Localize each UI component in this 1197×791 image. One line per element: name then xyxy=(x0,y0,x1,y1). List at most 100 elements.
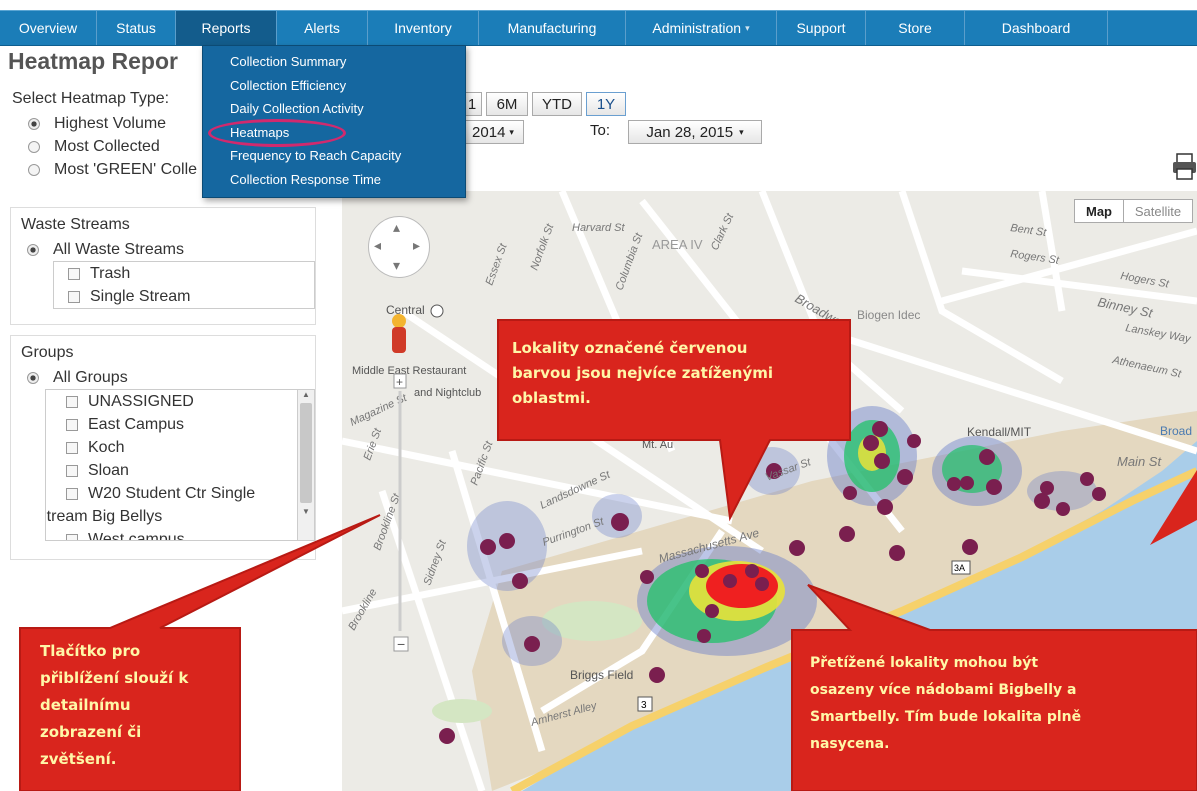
waste-streams-panel: Waste Streams All Waste Streams Trash Si… xyxy=(10,207,316,325)
option-label: Single Stream xyxy=(90,287,191,305)
radio-button[interactable] xyxy=(28,117,40,130)
nav-administration[interactable]: Administration ▾ xyxy=(626,11,777,45)
pan-control-icon[interactable]: ▴ ▾ ◂ ▸ xyxy=(368,216,430,278)
range-button-ytd[interactable]: YTD xyxy=(532,92,582,116)
callout-left-text: Tlačítko pro přiblížení slouží k detailn… xyxy=(40,638,240,773)
nav-label: Alerts xyxy=(304,20,340,36)
radio-all-groups[interactable]: All Groups xyxy=(27,366,315,389)
radio-button[interactable] xyxy=(28,163,40,176)
callout-line: Tlačítko pro xyxy=(40,642,141,660)
from-date-select[interactable]: 2014 ▾ xyxy=(462,120,524,144)
checkbox[interactable] xyxy=(66,533,78,540)
route-shield-label: 3A xyxy=(954,563,965,573)
scroll-down-icon[interactable]: ▼ xyxy=(298,507,314,516)
checkbox[interactable] xyxy=(66,395,78,408)
radio-all-waste-streams[interactable]: All Waste Streams xyxy=(27,238,315,261)
waste-streams-title: Waste Streams xyxy=(21,216,130,233)
option-label: W20 Student Ctr Single xyxy=(88,484,256,502)
waste-streams-list: Trash Single Stream xyxy=(53,261,315,309)
checkbox-single-stream[interactable]: Single Stream xyxy=(68,285,314,308)
zoom-out-icon: − xyxy=(397,636,405,652)
radio-button[interactable] xyxy=(27,371,39,384)
checkbox-w20[interactable]: W20 Student Ctr Single xyxy=(66,482,314,505)
option-label: Most 'GREEN' Colle xyxy=(54,160,198,178)
callout-top-text: Lokality označené červenou barvou jsou n… xyxy=(512,336,842,411)
checkbox-west-campus[interactable]: West campus xyxy=(66,528,314,540)
radio-button[interactable] xyxy=(27,243,39,256)
menu-item-collection-efficiency[interactable]: Collection Efficiency xyxy=(203,74,465,98)
print-icon[interactable] xyxy=(1172,152,1197,182)
nav-store[interactable]: Store xyxy=(866,11,965,45)
nav-label: Manufacturing xyxy=(507,20,597,36)
poi-label: Biogen Idec xyxy=(857,308,920,322)
map-type-satellite-button[interactable]: Satellite xyxy=(1123,199,1193,223)
option-label: Most Collected xyxy=(54,137,160,155)
chevron-down-icon: ▾ xyxy=(509,126,514,137)
nav-dashboard[interactable]: Dashboard xyxy=(965,11,1108,45)
street-label: Harvard St xyxy=(572,222,626,234)
groups-panel: Groups All Groups UNASSIGNED East Campus… xyxy=(10,335,316,560)
checkbox[interactable] xyxy=(66,418,78,431)
option-label: East Campus xyxy=(88,415,185,433)
zoom-in-icon: + xyxy=(396,375,403,389)
route-shield-label: 3 xyxy=(641,700,647,711)
poi-label: Kendall/MIT xyxy=(967,425,1032,439)
nav-label: Inventory xyxy=(394,20,452,36)
checkbox-sloan[interactable]: Sloan xyxy=(66,459,314,482)
nav-inventory[interactable]: Inventory xyxy=(368,11,479,45)
callout-line: detailnímu xyxy=(40,696,131,714)
checkbox-east-campus[interactable]: East Campus xyxy=(66,413,314,436)
pan-up-icon[interactable]: ▴ xyxy=(393,219,400,236)
nav-overview[interactable]: Overview xyxy=(0,11,97,45)
checkbox[interactable] xyxy=(66,487,78,500)
checkbox[interactable] xyxy=(66,464,78,477)
nav-support[interactable]: Support xyxy=(777,11,866,45)
checkbox-koch[interactable]: Koch xyxy=(66,436,314,459)
callout-line: nasycena. xyxy=(810,736,890,752)
nav-alerts[interactable]: Alerts xyxy=(277,11,368,45)
nav-label: Administration xyxy=(652,20,742,36)
radio-button[interactable] xyxy=(28,140,40,153)
nav-manufacturing[interactable]: Manufacturing xyxy=(479,11,626,45)
menu-item-daily-collection-activity[interactable]: Daily Collection Activity xyxy=(203,97,465,121)
checkbox-trash[interactable]: Trash xyxy=(68,262,314,285)
pan-left-icon[interactable]: ◂ xyxy=(374,237,381,254)
option-label: All Groups xyxy=(53,368,128,386)
poi-label: Briggs Field xyxy=(570,668,633,682)
pan-right-icon[interactable]: ▸ xyxy=(413,237,420,254)
top-nav: Overview Status Reports Alerts Inventory… xyxy=(0,10,1197,46)
nav-status[interactable]: Status xyxy=(97,11,176,45)
option-label: All Waste Streams xyxy=(53,240,184,258)
chevron-down-icon: ▾ xyxy=(739,126,744,137)
range-button-6m[interactable]: 6M xyxy=(486,92,528,116)
to-label: To: xyxy=(590,122,611,139)
pegman-icon[interactable] xyxy=(392,314,406,353)
nav-label: Dashboard xyxy=(1001,20,1071,36)
callout-right-text: Přetížené lokality mohou být osazeny víc… xyxy=(810,650,1195,758)
callout-line: oblastmi. xyxy=(512,389,591,407)
to-date-value: Jan 28, 2015 xyxy=(646,123,734,141)
menu-item-frequency-to-reach-capacity[interactable]: Frequency to Reach Capacity xyxy=(203,144,465,168)
groups-scrollbar[interactable]: ▲ ▼ xyxy=(297,390,314,540)
callout-line: zvětšení. xyxy=(40,750,117,768)
menu-item-collection-summary[interactable]: Collection Summary xyxy=(203,50,465,74)
nav-reports[interactable]: Reports xyxy=(176,11,277,45)
map-type-map-button[interactable]: Map xyxy=(1074,199,1124,223)
scroll-up-icon[interactable]: ▲ xyxy=(298,390,314,399)
checkbox[interactable] xyxy=(68,267,80,280)
nav-label: Support xyxy=(796,20,846,36)
checkbox-unassigned[interactable]: UNASSIGNED xyxy=(66,390,314,413)
to-date-select[interactable]: Jan 28, 2015 ▾ xyxy=(628,120,762,144)
scrollbar-thumb[interactable] xyxy=(300,403,312,503)
checkbox[interactable] xyxy=(66,441,78,454)
checkbox[interactable] xyxy=(68,290,80,303)
menu-item-collection-response-time[interactable]: Collection Response Time xyxy=(203,168,465,192)
from-date-value: 2014 xyxy=(472,123,506,141)
pan-down-icon[interactable]: ▾ xyxy=(393,257,400,274)
callout-line: Smartbelly. Tím bude lokalita plně xyxy=(810,709,1082,725)
poi-label: Broad xyxy=(1160,424,1192,438)
callout-line: přiblížení slouží k xyxy=(40,669,189,687)
highlight-oval xyxy=(208,119,346,147)
option-label: Koch xyxy=(88,438,125,456)
range-button-1y[interactable]: 1Y xyxy=(586,92,626,116)
